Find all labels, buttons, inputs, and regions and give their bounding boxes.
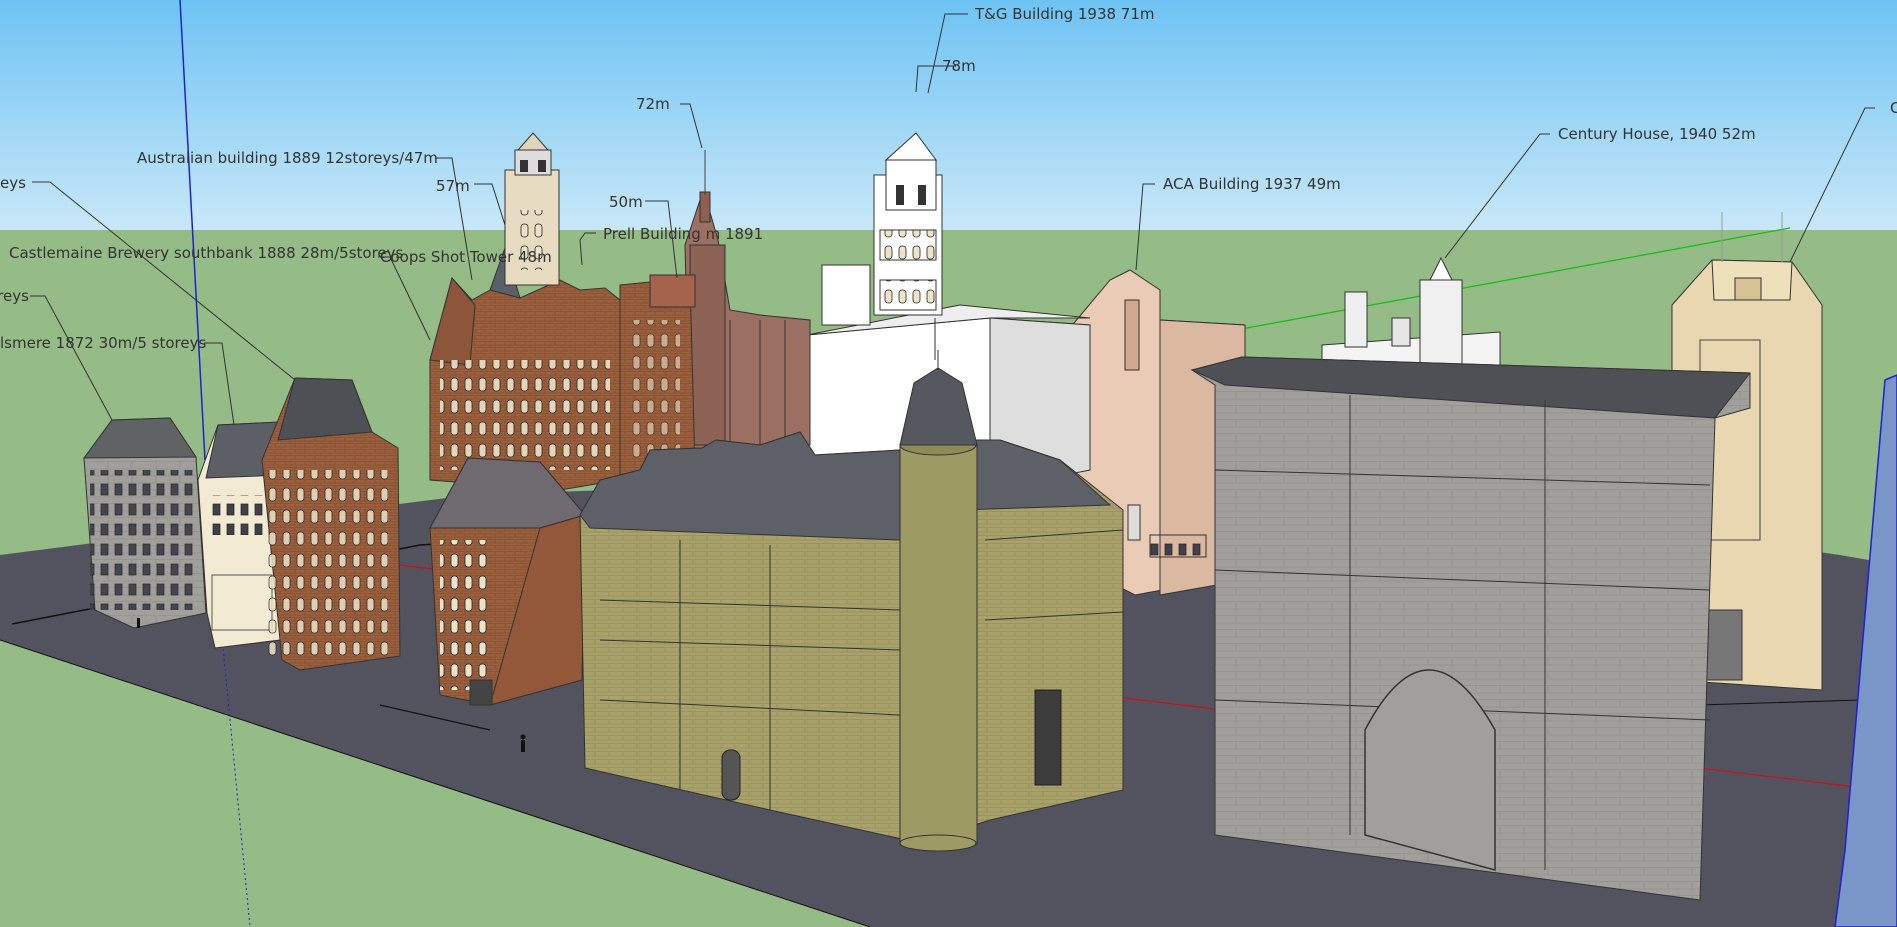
- person-figure-2: [137, 618, 140, 628]
- person-figure: [520, 734, 526, 752]
- annotation-label[interactable]: 50m: [609, 193, 643, 211]
- ellesmere-building-model[interactable]: [83, 417, 207, 629]
- annotation-label[interactable]: Century House, 1940 52m: [1558, 125, 1756, 143]
- sky: [0, 0, 1897, 232]
- annotation-label[interactable]: Australian building 1889 12storeys/47m: [137, 149, 438, 167]
- annotation-label[interactable]: 72m: [636, 95, 670, 113]
- annotation-label[interactable]: Prell Building m 1891: [603, 225, 763, 243]
- annotation-label[interactable]: eys: [0, 174, 26, 192]
- coops-shot-tower-model[interactable]: [429, 457, 586, 706]
- prell-building-model[interactable]: [619, 274, 696, 476]
- annotation-label[interactable]: Coops Shot Tower 48m: [380, 248, 552, 266]
- annotation-label[interactable]: C: [1890, 99, 1897, 117]
- annotation-label[interactable]: 78m: [942, 57, 976, 75]
- annotation-label[interactable]: oreys: [0, 287, 29, 305]
- annotation-label[interactable]: ACA Building 1937 49m: [1163, 175, 1341, 193]
- annotation-label[interactable]: Castlemaine Brewery southbank 1888 28m/5…: [9, 244, 403, 262]
- annotation-label[interactable]: T&G Building 1938 71m: [975, 5, 1155, 23]
- annotation-label[interactable]: lsmere 1872 30m/5 storeys: [0, 334, 206, 352]
- sketchup-viewport[interactable]: T&G Building 1938 71m 78m 72m Century Ho…: [0, 0, 1897, 927]
- grey-block-building-model[interactable]: [1190, 356, 1751, 901]
- annotation-label[interactable]: 57m: [436, 177, 470, 195]
